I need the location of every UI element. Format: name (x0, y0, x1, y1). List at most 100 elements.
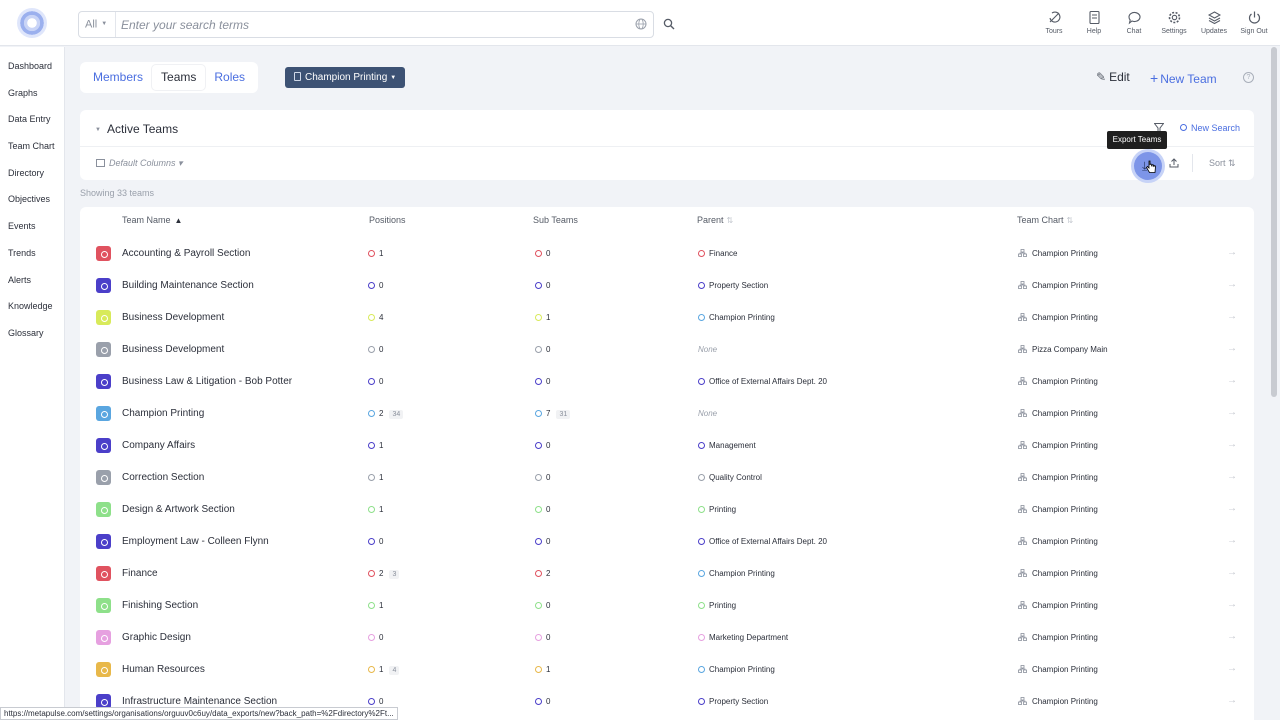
table-row[interactable]: Finance 2 3 2 Champion Printing Champion Prin… (80, 558, 1254, 590)
team-chart-cell[interactable]: Champion Printing (1018, 633, 1098, 642)
upload-icon[interactable] (1169, 158, 1179, 168)
arrow-right-icon[interactable]: → (1227, 631, 1237, 642)
positions-count: 1 (379, 665, 384, 674)
table-row[interactable]: Business Development 4 1 Champion Printing C… (80, 302, 1254, 334)
parent-cell[interactable]: Property Section (698, 281, 768, 290)
help-circle-icon[interactable]: ? (1243, 72, 1254, 83)
team-chart-cell[interactable]: Champion Printing (1018, 281, 1098, 290)
sidebar-item-knowledge[interactable]: Knowledge (0, 287, 64, 314)
team-chart-cell[interactable]: Champion Printing (1018, 473, 1098, 482)
table-row[interactable]: Business Law & Litigation - Bob Potter 0 0… (80, 366, 1254, 398)
arrow-right-icon[interactable]: → (1227, 439, 1237, 450)
team-chart-cell[interactable]: Pizza Company Main (1018, 345, 1108, 354)
edit-button[interactable]: ✎ Edit (1096, 70, 1130, 84)
team-chart-cell[interactable]: Champion Printing (1018, 569, 1098, 578)
table-row[interactable]: Finishing Section 1 0 Printing Champion Prin… (80, 590, 1254, 622)
arrow-right-icon[interactable]: → (1227, 311, 1237, 322)
arrow-right-icon[interactable]: → (1227, 663, 1237, 674)
tab-roles[interactable]: Roles (205, 65, 254, 90)
parent-cell[interactable]: Champion Printing (698, 665, 775, 674)
arrow-right-icon[interactable]: → (1227, 343, 1237, 354)
team-chart-cell[interactable]: Champion Printing (1018, 441, 1098, 450)
parent-cell[interactable]: Printing (698, 601, 736, 610)
table-row[interactable]: Company Affairs 1 0 Management Champion Prin… (80, 430, 1254, 462)
table-row[interactable]: Design & Artwork Section 1 0 Printing Champi… (80, 494, 1254, 526)
new-team-button[interactable]: + New Team (1150, 70, 1217, 86)
table-row[interactable]: Champion Printing 2 34 7 31 None Champion Prin… (80, 398, 1254, 430)
chart-selector-button[interactable]: Champion Printing ▼ (285, 67, 405, 88)
sort-button[interactable]: Sort ⇅ (1209, 158, 1236, 169)
team-chart-cell[interactable]: Champion Printing (1018, 601, 1098, 610)
column-header-positions[interactable]: Positions (369, 215, 406, 225)
team-chart-cell[interactable]: Champion Printing (1018, 505, 1098, 514)
team-chart-cell[interactable]: Champion Printing (1018, 249, 1098, 258)
tab-members[interactable]: Members (84, 65, 152, 90)
help-button[interactable]: Help (1074, 10, 1114, 35)
team-chart-cell[interactable]: Champion Printing (1018, 377, 1098, 386)
team-chart-cell[interactable]: Champion Printing (1018, 409, 1098, 418)
tours-button[interactable]: Tours (1034, 10, 1074, 35)
arrow-right-icon[interactable]: → (1227, 471, 1237, 482)
parent-cell[interactable]: Property Section (698, 697, 768, 706)
table-row[interactable]: Building Maintenance Section 0 0 Property S… (80, 270, 1254, 302)
sidebar-item-data-entry[interactable]: Data Entry (0, 100, 64, 127)
column-header-parent[interactable]: Parent ⇅ (697, 215, 733, 225)
sidebar-item-graphs[interactable]: Graphs (0, 74, 64, 101)
active-teams-toggle[interactable]: ▼ Active Teams (95, 122, 178, 136)
column-header-sub-teams[interactable]: Sub Teams (533, 215, 578, 225)
parent-cell[interactable]: Office of External Affairs Dept. 20 (698, 377, 827, 386)
parent-cell[interactable]: Printing (698, 505, 736, 514)
table-row[interactable]: Employment Law - Colleen Flynn 0 0 Office o… (80, 526, 1254, 558)
arrow-right-icon[interactable]: → (1227, 695, 1237, 706)
team-chart-cell[interactable]: Champion Printing (1018, 313, 1098, 322)
sub-teams-count: 1 (546, 665, 551, 674)
chat-button[interactable]: Chat (1114, 10, 1154, 35)
updates-button[interactable]: Updates (1194, 10, 1234, 35)
table-row[interactable]: Graphic Design 0 0 Marketing Department Cham… (80, 622, 1254, 654)
arrow-right-icon[interactable]: → (1227, 247, 1237, 258)
scrollbar[interactable] (1271, 47, 1277, 397)
parent-cell[interactable]: Office of External Affairs Dept. 20 (698, 537, 827, 546)
sidebar-item-glossary[interactable]: Glossary (0, 314, 64, 341)
search-input[interactable] (121, 15, 621, 34)
settings-button[interactable]: Settings (1154, 10, 1194, 35)
arrow-right-icon[interactable]: → (1227, 407, 1237, 418)
parent-cell[interactable]: Quality Control (698, 473, 762, 482)
sidebar-item-team-chart[interactable]: Team Chart (0, 127, 64, 154)
column-header-team-chart[interactable]: Team Chart ⇅ (1017, 215, 1073, 225)
parent-cell[interactable]: Marketing Department (698, 633, 788, 642)
arrow-right-icon[interactable]: → (1227, 375, 1237, 386)
arrow-right-icon[interactable]: → (1227, 279, 1237, 290)
parent-cell[interactable]: Champion Printing (698, 313, 775, 322)
globe-icon[interactable] (635, 18, 647, 30)
team-chart-cell[interactable]: Champion Printing (1018, 537, 1098, 546)
new-search-button[interactable]: New Search (1180, 123, 1240, 133)
table-row[interactable]: Accounting & Payroll Section 1 0 Finance Cha… (80, 238, 1254, 270)
sidebar-item-trends[interactable]: Trends (0, 234, 64, 261)
team-chart-cell[interactable]: Champion Printing (1018, 665, 1098, 674)
arrow-right-icon[interactable]: → (1227, 503, 1237, 514)
arrow-right-icon[interactable]: → (1227, 567, 1237, 578)
parent-cell[interactable]: Finance (698, 249, 737, 258)
table-row[interactable]: Human Resources 1 4 1 Champion Printing Champ… (80, 654, 1254, 686)
team-chart-cell[interactable]: Champion Printing (1018, 697, 1098, 706)
arrow-right-icon[interactable]: → (1227, 535, 1237, 546)
parent-cell[interactable]: Management (698, 441, 756, 450)
sidebar-item-objectives[interactable]: Objectives (0, 180, 64, 207)
tab-teams[interactable]: Teams (152, 65, 206, 90)
parent-cell[interactable]: Champion Printing (698, 569, 775, 578)
search-icon[interactable] (663, 18, 675, 30)
sidebar-item-dashboard[interactable]: Dashboard (0, 47, 64, 74)
search-scope-select[interactable]: All ▼ (79, 12, 116, 37)
sidebar-item-alerts[interactable]: Alerts (0, 261, 64, 288)
columns-select[interactable]: Default Columns ▾ (96, 158, 183, 169)
sidebar-item-events[interactable]: Events (0, 207, 64, 234)
table-row[interactable]: Business Development 0 0 None Pizza Company … (80, 334, 1254, 366)
sign-out-button[interactable]: Sign Out (1234, 10, 1274, 35)
column-header-team-name[interactable]: Team Name ▲ (122, 215, 182, 225)
app-logo[interactable] (17, 8, 47, 38)
position-icon (368, 314, 375, 321)
sidebar-item-directory[interactable]: Directory (0, 154, 64, 181)
arrow-right-icon[interactable]: → (1227, 599, 1237, 610)
table-row[interactable]: Correction Section 1 0 Quality Control Champ… (80, 462, 1254, 494)
